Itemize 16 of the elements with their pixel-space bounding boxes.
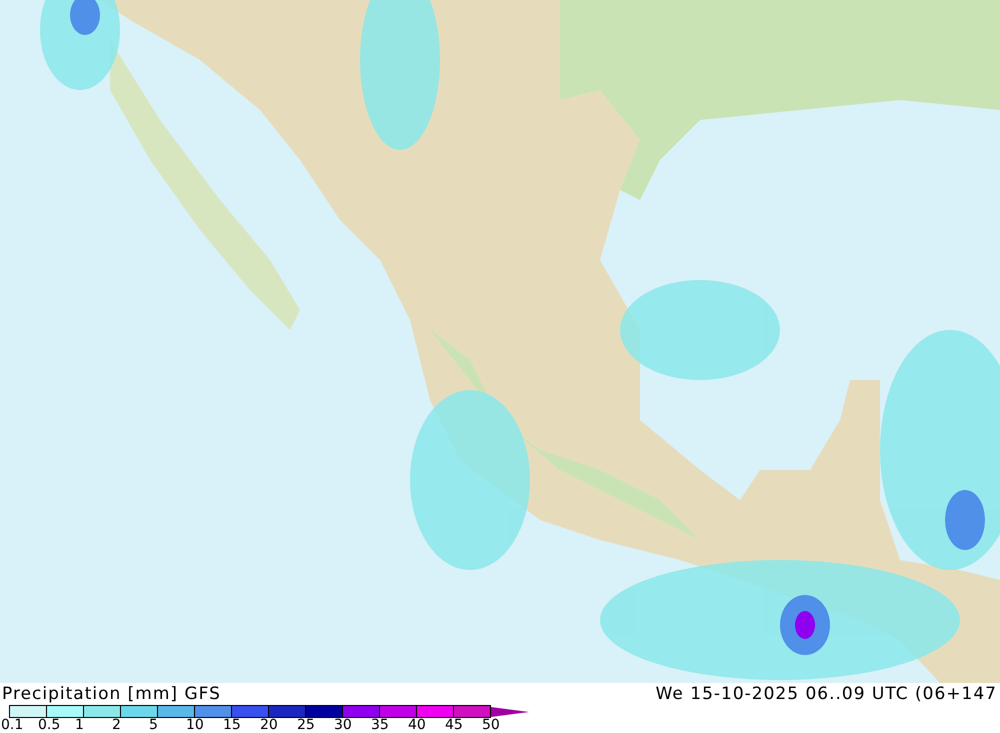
scale-label: 5	[149, 718, 159, 733]
scale-label: 30	[334, 718, 353, 733]
scale-label: 0.1	[1, 718, 24, 733]
valid-time: We 15-10-2025 06..09 UTC (06+147	[656, 684, 997, 704]
map-title: Precipitation [mm] GFS	[2, 684, 221, 704]
scale-label: 50	[482, 718, 501, 733]
scale-label: 10	[186, 718, 205, 733]
scale-label: 1	[75, 718, 85, 733]
scale-label: 35	[371, 718, 390, 733]
scale-label: 2	[112, 718, 122, 733]
scale-label: 20	[260, 718, 279, 733]
scale-label: 45	[445, 718, 464, 733]
scale-label: 25	[297, 718, 316, 733]
scale-label: 15	[223, 718, 242, 733]
scale-label: 40	[408, 718, 427, 733]
scale-label: 0.5	[38, 718, 62, 733]
